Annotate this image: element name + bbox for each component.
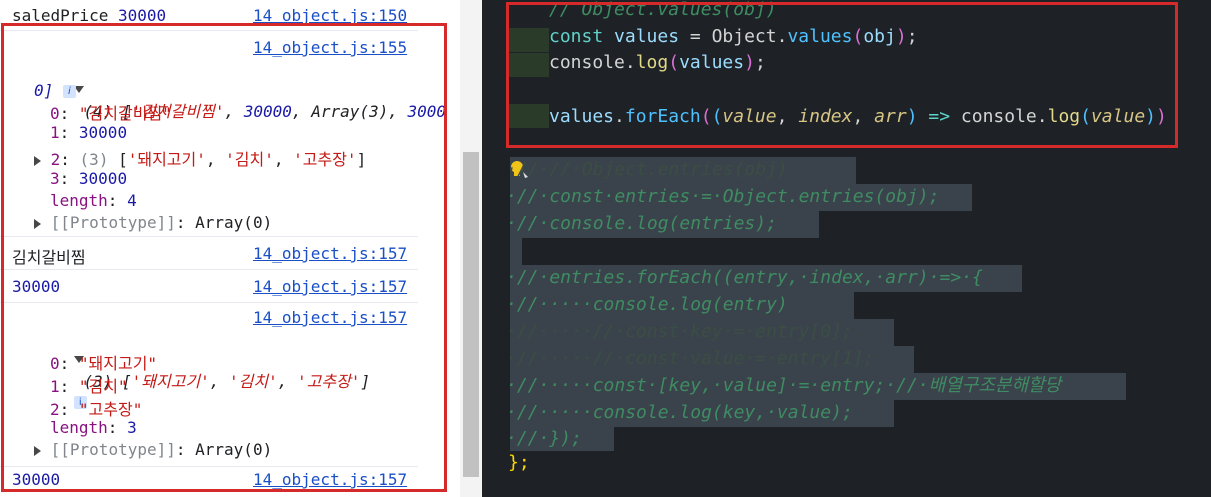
code-line: ·//·//·Object.entries(obj) bbox=[506, 159, 788, 180]
code-line: ·//·····console.log(key,·value); bbox=[506, 402, 853, 423]
code-line: ·//·····console.log(entry) bbox=[506, 294, 788, 315]
selection bbox=[510, 238, 522, 265]
code-line: ·//·····const·[key,·value]·=·entry;·//·배… bbox=[506, 375, 1062, 396]
code-line: ·//·console.log(entries); bbox=[506, 213, 777, 234]
code-line: }; bbox=[508, 452, 530, 473]
devtools-console: saledPrice 30000 14_object.js:150 14_obj… bbox=[0, 0, 460, 497]
code-line: ·//·const·entries·=·Object.entries(obj); bbox=[506, 186, 940, 207]
code-line: ·//·entries.forEach((entry,·index,·arr)·… bbox=[506, 267, 983, 288]
code-line: ·//·····//·const·key·=·entry[0]; bbox=[506, 321, 853, 342]
code-line: ·//·}); bbox=[506, 428, 582, 449]
scrollbar-thumb[interactable] bbox=[463, 152, 479, 477]
highlight-frame bbox=[1, 23, 447, 492]
code-editor[interactable]: // Object.values(obj) const values = Obj… bbox=[482, 0, 1211, 497]
code-line: ·//·····//·const·value·=·entry[1]; bbox=[506, 348, 875, 369]
highlight-frame bbox=[506, 2, 1178, 148]
console-scrollbar[interactable] bbox=[460, 0, 482, 497]
